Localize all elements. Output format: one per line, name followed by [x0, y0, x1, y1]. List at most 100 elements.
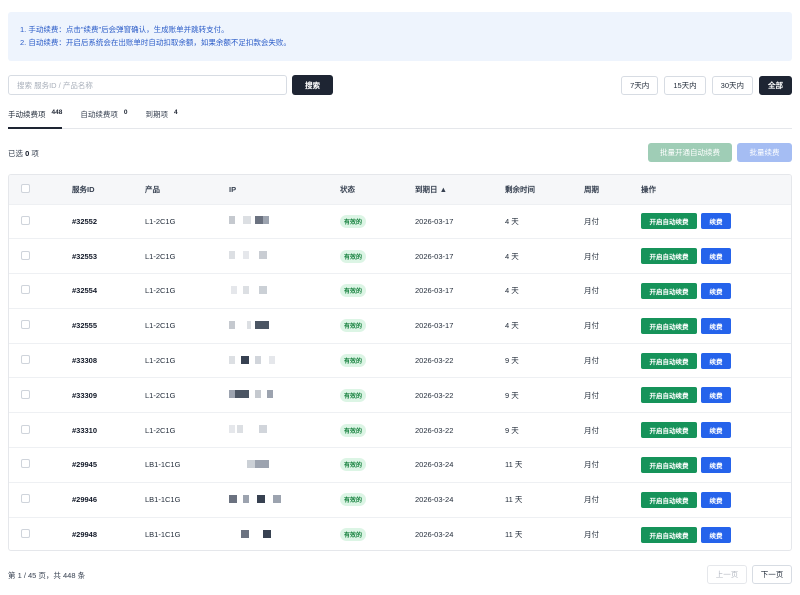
header-expiry-date-sort[interactable]: 到期日 ▲	[415, 175, 505, 204]
product-cell: LB1-1C1G	[145, 530, 181, 540]
renew-button[interactable]: 续费	[701, 317, 731, 334]
header-status: 状态	[340, 184, 355, 194]
service-id-cell: #29945	[72, 460, 98, 470]
redacted-ip-block	[259, 251, 267, 260]
tab-count-badge: 0	[123, 109, 128, 116]
cycle-cell: 月付	[584, 460, 599, 470]
ip-cell	[229, 274, 340, 309]
filter-15-days-button[interactable]: 15天内	[664, 76, 706, 95]
renew-button[interactable]: 续费	[701, 491, 731, 508]
enable-auto-renew-button[interactable]: 开启自动续费	[641, 317, 697, 334]
product-cell: L1-2C1G	[145, 321, 176, 331]
ip-cell	[229, 517, 340, 550]
ip-cell	[229, 239, 340, 274]
row-checkbox[interactable]	[21, 389, 30, 399]
redacted-ip-block	[241, 529, 249, 538]
ip-cell	[229, 308, 340, 343]
header-actions: 操作	[641, 184, 656, 194]
remaining-time-cell: 9 天	[505, 390, 519, 400]
header-product: 产品	[145, 184, 160, 194]
enable-auto-renew-button[interactable]: 开启自动续费	[641, 491, 697, 508]
renew-button[interactable]: 续费	[701, 526, 731, 543]
redacted-ip-block	[263, 216, 269, 225]
row-checkbox[interactable]	[21, 424, 30, 434]
redacted-ip	[229, 528, 293, 540]
cycle-cell: 月付	[584, 251, 599, 261]
enable-auto-renew-button[interactable]: 开启自动续费	[641, 213, 697, 230]
expiry-date-cell: 2026-03-22	[415, 425, 454, 435]
bulk-enable-auto-renew-button[interactable]: 批量开通自动续费	[648, 143, 732, 162]
renew-button[interactable]: 续费	[701, 456, 731, 473]
notice-line-manual: 1. 手动续费：点击"续费"后会弹窗确认，生成账单并跳转支付。	[20, 25, 229, 34]
row-checkbox[interactable]	[21, 459, 30, 469]
pagination-info: 第 1 / 45 页，共 448 条	[8, 571, 86, 580]
table-row: #29946 LB1-1C1G 有效的 2026-03-24 11 天 月付 开启自动续费续…	[9, 482, 791, 517]
row-checkbox[interactable]	[21, 320, 30, 330]
cycle-cell: 月付	[584, 216, 599, 226]
renewal-tabs: 手动续费项 448 自动续费项 0 到期项 4	[8, 103, 792, 129]
redacted-ip-block	[255, 216, 263, 225]
redacted-ip-block	[255, 320, 269, 329]
renew-button[interactable]: 续费	[701, 387, 731, 404]
redacted-ip-block	[243, 251, 249, 260]
renew-button[interactable]: 续费	[701, 248, 731, 265]
redacted-ip	[229, 354, 293, 366]
renew-button[interactable]: 续费	[701, 422, 731, 439]
tab-label: 到期项	[145, 110, 168, 119]
row-checkbox[interactable]	[21, 529, 30, 539]
enable-auto-renew-button[interactable]: 开启自动续费	[641, 248, 697, 265]
enable-auto-renew-button[interactable]: 开启自动续费	[641, 282, 697, 299]
header-cycle: 周期	[584, 184, 599, 194]
expiry-date-cell: 2026-03-22	[415, 390, 454, 400]
renew-button[interactable]: 续费	[701, 352, 731, 369]
enable-auto-renew-button[interactable]: 开启自动续费	[641, 387, 697, 404]
enable-auto-renew-button[interactable]: 开启自动续费	[641, 456, 697, 473]
redacted-ip-block	[269, 355, 275, 364]
ip-cell	[229, 482, 340, 517]
remaining-time-cell: 11 天	[505, 460, 523, 470]
tab-manual-renewal[interactable]: 手动续费项 448	[8, 103, 63, 129]
remaining-time-cell: 9 天	[505, 356, 519, 366]
redacted-ip	[229, 423, 293, 435]
row-checkbox[interactable]	[21, 494, 30, 504]
redacted-ip	[229, 249, 293, 261]
remaining-time-cell: 4 天	[505, 216, 519, 226]
select-all-checkbox[interactable]	[21, 183, 30, 193]
filter-7-days-button[interactable]: 7天内	[621, 76, 659, 95]
enable-auto-renew-button[interactable]: 开启自动续费	[641, 352, 697, 369]
next-page-button[interactable]: 下一页	[752, 565, 792, 584]
row-checkbox[interactable]	[21, 285, 30, 295]
row-checkbox[interactable]	[21, 215, 30, 225]
service-id-cell: #32552	[72, 216, 98, 226]
renew-button[interactable]: 续费	[701, 282, 731, 299]
filter-30-days-button[interactable]: 30天内	[711, 76, 753, 95]
cycle-cell: 月付	[584, 425, 599, 435]
remaining-time-cell: 11 天	[505, 530, 523, 540]
filter-all-button[interactable]: 全部	[759, 76, 792, 95]
actions-cell: 开启自动续费 续费	[641, 204, 791, 239]
redacted-ip-block	[257, 494, 265, 503]
redacted-ip-block	[255, 459, 269, 468]
status-badge: 有效的	[340, 284, 367, 298]
row-checkbox[interactable]	[21, 250, 30, 260]
remaining-time-cell: 4 天	[505, 251, 519, 261]
tab-auto-renewal[interactable]: 自动续费项 0	[80, 103, 127, 129]
redacted-ip	[229, 458, 293, 470]
service-id-cell: #33309	[72, 390, 98, 400]
product-cell: L1-2C1G	[145, 425, 176, 435]
notice-line-auto: 2. 自动续费：开启后系统会在出账单时自动扣取余额，如果余额不足扣款会失败。	[20, 38, 291, 47]
actions-cell: 开启自动续费 续费	[641, 274, 791, 309]
previous-page-button[interactable]: 上一页	[707, 565, 747, 584]
search-button[interactable]: 搜索	[292, 75, 333, 95]
tab-expired[interactable]: 到期项 4	[145, 103, 177, 129]
selected-prefix: 已选	[8, 149, 23, 158]
enable-auto-renew-button[interactable]: 开启自动续费	[641, 526, 697, 543]
renew-button[interactable]: 续费	[701, 213, 731, 230]
remaining-time-cell: 4 天	[505, 286, 519, 296]
redacted-ip-block	[243, 216, 251, 225]
enable-auto-renew-button[interactable]: 开启自动续费	[641, 422, 697, 439]
search-input[interactable]	[8, 75, 287, 95]
row-checkbox[interactable]	[21, 355, 30, 365]
tab-label: 手动续费项	[8, 110, 46, 119]
bulk-renew-button[interactable]: 批量续费	[737, 143, 792, 162]
